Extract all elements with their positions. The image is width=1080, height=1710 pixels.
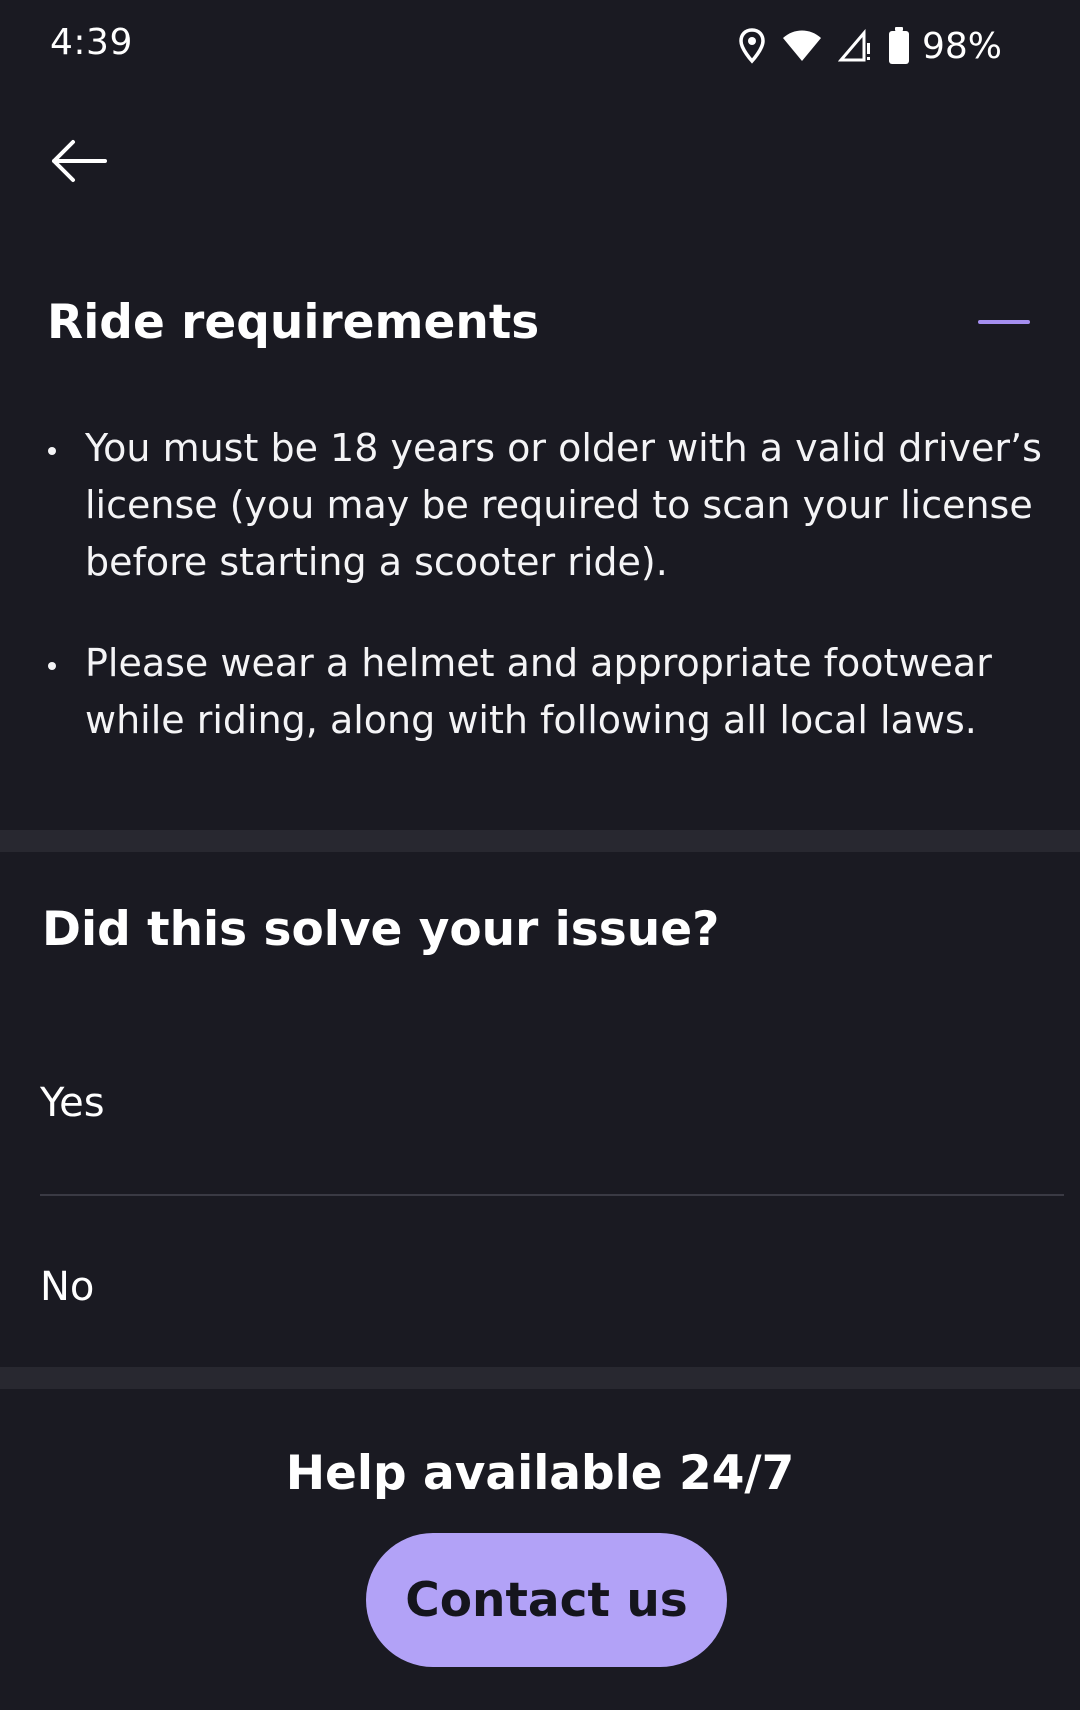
- section-divider: [0, 1367, 1080, 1389]
- battery-icon: [888, 27, 910, 65]
- status-bar: 4:39 98%: [0, 0, 1080, 96]
- list-item: Please wear a helmet and appropriate foo…: [44, 635, 1044, 749]
- feedback-question: Did this solve your issue?: [42, 902, 720, 957]
- status-time: 4:39: [50, 22, 133, 63]
- wifi-icon: [782, 29, 822, 63]
- minus-icon[interactable]: [970, 300, 1032, 346]
- back-button[interactable]: [40, 130, 116, 196]
- contact-us-button[interactable]: Contact us: [366, 1533, 727, 1667]
- list-item: You must be 18 years or older with a val…: [44, 420, 1044, 591]
- feedback-yes-option[interactable]: Yes: [40, 1048, 1064, 1158]
- requirements-list: You must be 18 years or older with a val…: [44, 420, 1044, 793]
- section-divider: [0, 830, 1080, 852]
- option-label: Yes: [40, 1080, 105, 1126]
- signal-icon: [837, 29, 872, 63]
- option-divider: [40, 1194, 1064, 1196]
- help-title: Help available 24/7: [285, 1446, 795, 1501]
- feedback-no-option[interactable]: No: [40, 1232, 1064, 1342]
- battery-percent: 98%: [921, 25, 1002, 67]
- location-icon: [738, 28, 766, 64]
- arrow-left-icon: [49, 139, 107, 187]
- option-label: No: [40, 1264, 95, 1310]
- status-icons: 98%: [738, 24, 1002, 68]
- section-title: Ride requirements: [47, 295, 540, 350]
